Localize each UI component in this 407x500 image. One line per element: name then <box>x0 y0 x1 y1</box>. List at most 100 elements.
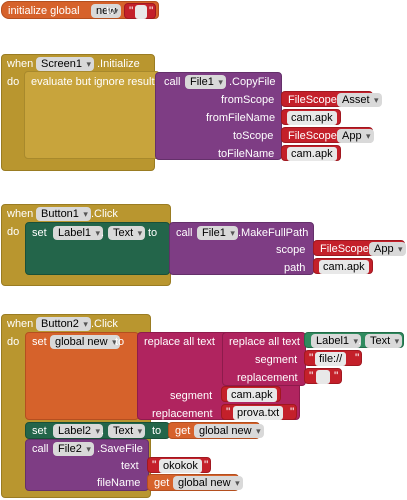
do-label-3: do <box>7 336 20 348</box>
get-global-new-block-2[interactable]: get global new <box>147 474 243 491</box>
empty-replacement-text[interactable] <box>316 370 330 384</box>
fromfilename-label: fromFileName <box>206 112 276 124</box>
file-prefix-text[interactable]: file:// <box>315 352 347 366</box>
text-property-dropdown-2[interactable]: Text <box>365 334 403 348</box>
quote-left-5: " <box>152 458 157 472</box>
replacement-text-block-2[interactable]: " prova.txt " <box>221 404 297 420</box>
filescope-app-block[interactable]: FileScope App <box>281 127 374 143</box>
dot-label-3: . <box>101 425 105 437</box>
get-global-new-dropdown[interactable]: global new <box>194 424 264 438</box>
dot-label: . <box>101 227 105 239</box>
savefile-method-label: .SaveFile <box>97 443 143 455</box>
to-label-2: to <box>115 336 125 348</box>
prova-txt-text[interactable]: prova.txt <box>233 406 284 420</box>
quote-right-5: " <box>204 458 209 472</box>
global-new-dropdown[interactable]: global new <box>50 335 120 349</box>
filescope-label: FileScope <box>288 94 337 106</box>
set-label2-text-block[interactable]: set Label2 . Text to <box>25 422 170 439</box>
init-to-label: to <box>106 5 116 17</box>
when-label-3: when <box>7 318 34 330</box>
button1-dropdown[interactable]: Button1 <box>36 207 91 221</box>
copyfile-method-label: .CopyFile <box>229 76 276 88</box>
filescope-asset-block[interactable]: FileScope Asset <box>281 91 382 107</box>
click-event-label: .Click <box>91 208 118 220</box>
replacement-label-inner: replacement <box>237 372 298 384</box>
segment-text-block-2[interactable]: cam.apk <box>221 386 281 402</box>
do-label-2: do <box>7 226 20 238</box>
filescope-app-block-2[interactable]: FileScope App <box>313 240 406 256</box>
set-label-2: set <box>32 336 47 348</box>
asset-dropdown[interactable]: Asset <box>337 93 382 107</box>
tofilename-text-block[interactable]: cam.apk <box>281 145 341 161</box>
text-property-dropdown-3[interactable]: Text <box>108 424 146 438</box>
label1-text-getter-block[interactable]: Label1 . Text <box>304 332 404 348</box>
okokok-text-block[interactable]: " okokok " <box>147 457 211 473</box>
path-text-block[interactable]: cam.apk <box>313 258 373 274</box>
set-global-new-block[interactable]: set global new to <box>25 332 139 420</box>
initialize-event-label: .Initialize <box>97 58 140 70</box>
init-global-label: initialize global <box>8 5 80 17</box>
click-event-label-2: .Click <box>91 318 118 330</box>
segment-text-block-1[interactable]: " file:// " <box>304 350 362 366</box>
app-dropdown-2[interactable]: App <box>369 242 406 256</box>
file1-dropdown-2[interactable]: File1 <box>197 226 238 240</box>
set-label-3: set <box>32 425 47 437</box>
initialize-global-block[interactable]: initialize global new to " " <box>1 1 159 19</box>
get-global-new-dropdown-2[interactable]: global new <box>173 476 243 490</box>
do-label: do <box>7 76 20 88</box>
cam-apk-text[interactable]: cam.apk <box>287 111 337 125</box>
tofilename-label: toFileName <box>218 148 275 160</box>
cam-apk-text-4[interactable]: cam.apk <box>227 388 277 402</box>
dot-label-2: . <box>358 335 362 347</box>
cam-apk-text-2[interactable]: cam.apk <box>287 147 337 161</box>
quote-left-4: " <box>226 405 231 419</box>
quote-right-2: " <box>355 351 360 365</box>
set-label: set <box>32 227 47 239</box>
evaluate-label: evaluate but ignore result <box>31 76 155 88</box>
okokok-text[interactable]: okokok <box>159 459 202 473</box>
filescope-label-2: FileScope <box>288 130 337 142</box>
set-label1-text-block[interactable]: set Label1 . Text to <box>25 222 170 275</box>
file1-dropdown[interactable]: File1 <box>185 75 226 89</box>
to-label-3: to <box>152 425 162 437</box>
get-label-2: get <box>154 477 170 489</box>
savefile-call-block[interactable]: call File2 .SaveFile text fileName <box>25 439 149 491</box>
when-label-2: when <box>7 208 34 220</box>
fromfilename-text-block[interactable]: cam.apk <box>281 109 341 125</box>
label1-dropdown-2[interactable]: Label1 <box>311 334 362 348</box>
quote-right-4: " <box>290 405 295 419</box>
text-property-dropdown[interactable]: Text <box>108 226 146 240</box>
toscope-label: toScope <box>233 130 274 142</box>
empty-text-value[interactable] <box>135 5 147 19</box>
fromscope-label: fromScope <box>221 94 275 106</box>
replace-all-label: replace all text <box>144 336 215 348</box>
screen1-dropdown[interactable]: Screen1 <box>36 57 94 71</box>
scope-param-label: scope <box>276 244 306 256</box>
cam-apk-text-3[interactable]: cam.apk <box>319 260 369 274</box>
makefullpath-call-block[interactable]: call File1 .MakeFullPath scope path <box>169 222 314 275</box>
empty-text-block[interactable]: " " <box>124 3 156 19</box>
call-label-2: call <box>176 227 193 239</box>
filename-param-label: fileName <box>97 477 141 489</box>
label2-dropdown[interactable]: Label2 <box>53 424 104 438</box>
to-label: to <box>148 227 158 239</box>
path-param-label: path <box>284 262 306 274</box>
quote-left-2: " <box>309 351 314 365</box>
filescope-label-3: FileScope <box>320 243 369 255</box>
app-dropdown[interactable]: App <box>337 129 374 143</box>
quote-left: " <box>129 4 134 18</box>
replace-all-inner-block[interactable]: replace all text segment replacement <box>222 332 306 386</box>
quote-right-3: " <box>334 369 339 383</box>
segment-label-inner: segment <box>255 354 298 366</box>
file2-dropdown[interactable]: File2 <box>53 442 94 456</box>
button2-dropdown[interactable]: Button2 <box>36 317 91 331</box>
copyfile-call-block[interactable]: call File1 .CopyFile fromScope fromFileN… <box>155 72 282 160</box>
replacement-text-block-1[interactable]: " " <box>304 368 342 384</box>
get-global-new-block[interactable]: get global new <box>168 422 264 439</box>
segment-label-outer: segment <box>170 390 213 402</box>
evaluate-ignore-block[interactable]: evaluate but ignore result <box>24 71 160 159</box>
when-label: when <box>7 58 34 70</box>
call-label-3: call <box>32 443 49 455</box>
label1-dropdown[interactable]: Label1 <box>53 226 104 240</box>
quote-right: " <box>149 4 154 18</box>
